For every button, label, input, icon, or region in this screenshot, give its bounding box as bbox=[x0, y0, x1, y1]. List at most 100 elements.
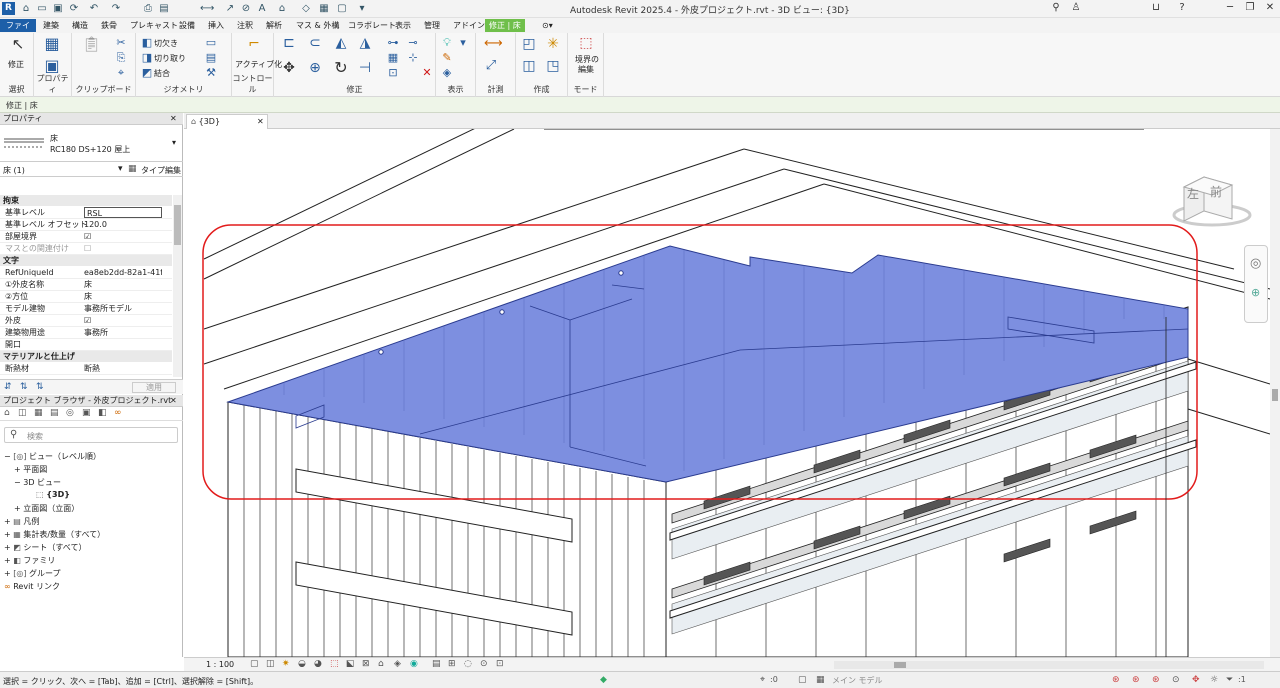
viewcube-left-label[interactable]: 左 bbox=[1187, 185, 1199, 202]
close-button[interactable]: ✕ bbox=[1262, 2, 1278, 16]
tree-item-sheets[interactable]: + ◩ シート（すべて） bbox=[4, 542, 86, 553]
worksharing-display-icon[interactable]: ⊙ bbox=[480, 659, 488, 669]
override-icon[interactable]: ▾ bbox=[456, 36, 470, 50]
tab-file[interactable]: ファイル bbox=[0, 19, 36, 43]
move-icon[interactable]: ✥ bbox=[282, 61, 296, 75]
match-type-icon[interactable]: ⌖ bbox=[114, 66, 128, 80]
legend-icon[interactable]: ◧ bbox=[98, 408, 107, 418]
tab-modify-floor[interactable]: 修正 | 床 bbox=[485, 19, 525, 32]
select-underlay-icon[interactable]: ⊛ bbox=[1132, 675, 1140, 685]
reveal-constraints-icon[interactable]: ◌ bbox=[464, 659, 472, 669]
horizontal-scrollbar[interactable] bbox=[834, 661, 1264, 669]
tree-item-schedules[interactable]: + ▦ 集計表/数量（すべて） bbox=[4, 529, 105, 540]
paste-icon[interactable]: 📋︎ bbox=[82, 37, 101, 57]
group-icon[interactable]: ▣ bbox=[82, 408, 91, 418]
tab-analyze[interactable]: 解析 bbox=[262, 19, 286, 32]
cart-icon[interactable]: ⊔ bbox=[1148, 2, 1164, 16]
hide-icon[interactable]: 💡︎ bbox=[440, 36, 454, 50]
unpin-icon[interactable]: ⊹ bbox=[406, 51, 420, 65]
tree-item-3d[interactable]: ⬚ {3D} bbox=[36, 490, 70, 499]
type-selector[interactable]: 床 RC180 DS+120 屋上 ▾ bbox=[0, 126, 183, 162]
home-icon[interactable]: ⌂ bbox=[4, 408, 10, 418]
schedule-icon[interactable]: ▦ bbox=[34, 408, 43, 418]
render-icon[interactable]: ◕ bbox=[314, 659, 322, 669]
drag-elements-icon[interactable]: ✥ bbox=[1192, 675, 1200, 685]
save-icon[interactable]: ▣ bbox=[52, 3, 64, 15]
tab-precast[interactable]: プレキャスト bbox=[126, 19, 182, 32]
create-similar-icon[interactable]: ◳ bbox=[546, 59, 560, 73]
copy-icon[interactable]: ⎘ bbox=[114, 51, 128, 65]
properties-icon[interactable]: ▦ bbox=[42, 36, 62, 57]
search-binoculars-icon[interactable]: ⚲ bbox=[1048, 2, 1064, 16]
close-icon[interactable]: ✕ bbox=[170, 396, 177, 405]
tab-manage[interactable]: 管理 bbox=[420, 19, 444, 32]
create-assembly-icon[interactable]: ◫ bbox=[522, 59, 536, 73]
rotate-icon[interactable]: ↻ bbox=[334, 60, 348, 76]
trim-icon[interactable]: ◨ bbox=[140, 51, 154, 65]
offset-icon[interactable]: ⊂ bbox=[308, 36, 322, 50]
highlight-displacement-icon[interactable]: ⊞ bbox=[448, 659, 456, 669]
select-links-icon[interactable]: ⊛ bbox=[1112, 675, 1120, 685]
zoom-icon[interactable]: ⊕ bbox=[1251, 286, 1260, 299]
sort-icon[interactable]: ⇵ bbox=[4, 382, 12, 392]
tab-insert[interactable]: 挿入 bbox=[204, 19, 228, 32]
mirror-draw-icon[interactable]: ◮ bbox=[358, 36, 372, 50]
linework-icon[interactable]: ✎ bbox=[440, 51, 454, 65]
tab-overflow-icon[interactable]: ⊙▾ bbox=[538, 19, 557, 32]
tree-item-floor-plans[interactable]: + 平面図 bbox=[14, 464, 47, 475]
search-box[interactable]: ⚲ 検索 bbox=[4, 427, 178, 443]
edit-type-icon[interactable]: ▦ bbox=[128, 164, 137, 174]
envelope-checkbox[interactable]: ☑ bbox=[84, 315, 162, 327]
tree-item-3d-views[interactable]: − 3D ビュー bbox=[14, 477, 61, 488]
aligned-dimension-icon[interactable]: ⤢ bbox=[484, 59, 498, 73]
open-icon[interactable]: ▭ bbox=[36, 3, 48, 15]
properties-scrollbar[interactable] bbox=[173, 195, 182, 377]
show-crop-icon[interactable]: ⬕ bbox=[346, 659, 355, 669]
minimize-button[interactable]: ─ bbox=[1222, 2, 1238, 16]
close-icon[interactable]: ✕ bbox=[257, 115, 264, 129]
editable-icon[interactable]: ▦ bbox=[816, 675, 825, 685]
join-label[interactable]: 結合 bbox=[154, 68, 170, 79]
trim-label[interactable]: 切り取り bbox=[154, 53, 186, 64]
tab-systems[interactable]: 設備 bbox=[175, 19, 199, 32]
home-icon[interactable]: ⌂ bbox=[20, 3, 32, 15]
split-icon[interactable]: ⊶ bbox=[386, 36, 400, 50]
link-icon[interactable]: ∞ bbox=[114, 408, 122, 418]
print-icon[interactable]: ⎙ bbox=[142, 3, 154, 15]
tree-item-legends[interactable]: + ▤ 凡例 bbox=[4, 516, 39, 527]
steering-wheel-icon[interactable]: ◎ bbox=[1250, 256, 1261, 271]
close-icon[interactable]: ✕ bbox=[170, 114, 177, 123]
sync-icon[interactable]: ⟳ bbox=[68, 3, 80, 15]
ribbon-group-label[interactable]: 選択 bbox=[0, 84, 33, 95]
section-constraints[interactable]: 拘束 bbox=[0, 195, 172, 206]
tree-item-views[interactable]: − [◎] ビュー（レベル順） bbox=[4, 451, 101, 462]
split-face-icon[interactable]: ▭ bbox=[204, 36, 218, 50]
search-input[interactable]: 検索 bbox=[27, 431, 43, 442]
cut-label[interactable]: 切欠き bbox=[154, 38, 178, 49]
account-icon[interactable]: ♙ bbox=[1068, 2, 1084, 16]
preview-icon[interactable]: ⊡ bbox=[496, 659, 504, 669]
tag-icon[interactable]: ⊘ bbox=[240, 3, 252, 15]
revit-logo-icon[interactable]: R bbox=[2, 2, 15, 15]
thin-lines-icon[interactable]: ▦ bbox=[318, 3, 330, 15]
measure-between-icon[interactable]: ⟷ bbox=[484, 37, 503, 51]
crop-view-icon[interactable]: ⬚ bbox=[330, 659, 339, 669]
pin-icon[interactable]: ⊸ bbox=[406, 36, 420, 50]
tab-view[interactable]: 表示 bbox=[391, 19, 415, 32]
customize-qat-icon[interactable]: ▾ bbox=[356, 3, 368, 15]
measure-icon[interactable]: ⟷ bbox=[200, 3, 214, 15]
tab-massing[interactable]: マス & 外構 bbox=[292, 19, 343, 32]
background-process-icon[interactable]: ☼ bbox=[1210, 675, 1218, 685]
restore-button[interactable]: ❐ bbox=[1242, 2, 1258, 16]
tab-architecture[interactable]: 建築 bbox=[39, 19, 63, 32]
hide-isolate-icon[interactable]: ⌂ bbox=[378, 659, 384, 669]
scale-icon[interactable]: ⊡ bbox=[386, 66, 400, 80]
create-group-icon[interactable]: ✳ bbox=[546, 37, 560, 51]
tree-item-revit-links[interactable]: ∞ Revit リンク bbox=[4, 581, 60, 592]
paint-icon[interactable]: ▤ bbox=[204, 51, 218, 65]
lock-view-icon[interactable]: ⊠ bbox=[362, 659, 370, 669]
join-icon[interactable]: ◩ bbox=[140, 66, 154, 80]
trim-extend-icon[interactable]: ⊣ bbox=[358, 61, 372, 75]
main-model-icon[interactable]: ▢ bbox=[798, 675, 807, 685]
modify-label[interactable]: 修正 bbox=[8, 59, 24, 70]
